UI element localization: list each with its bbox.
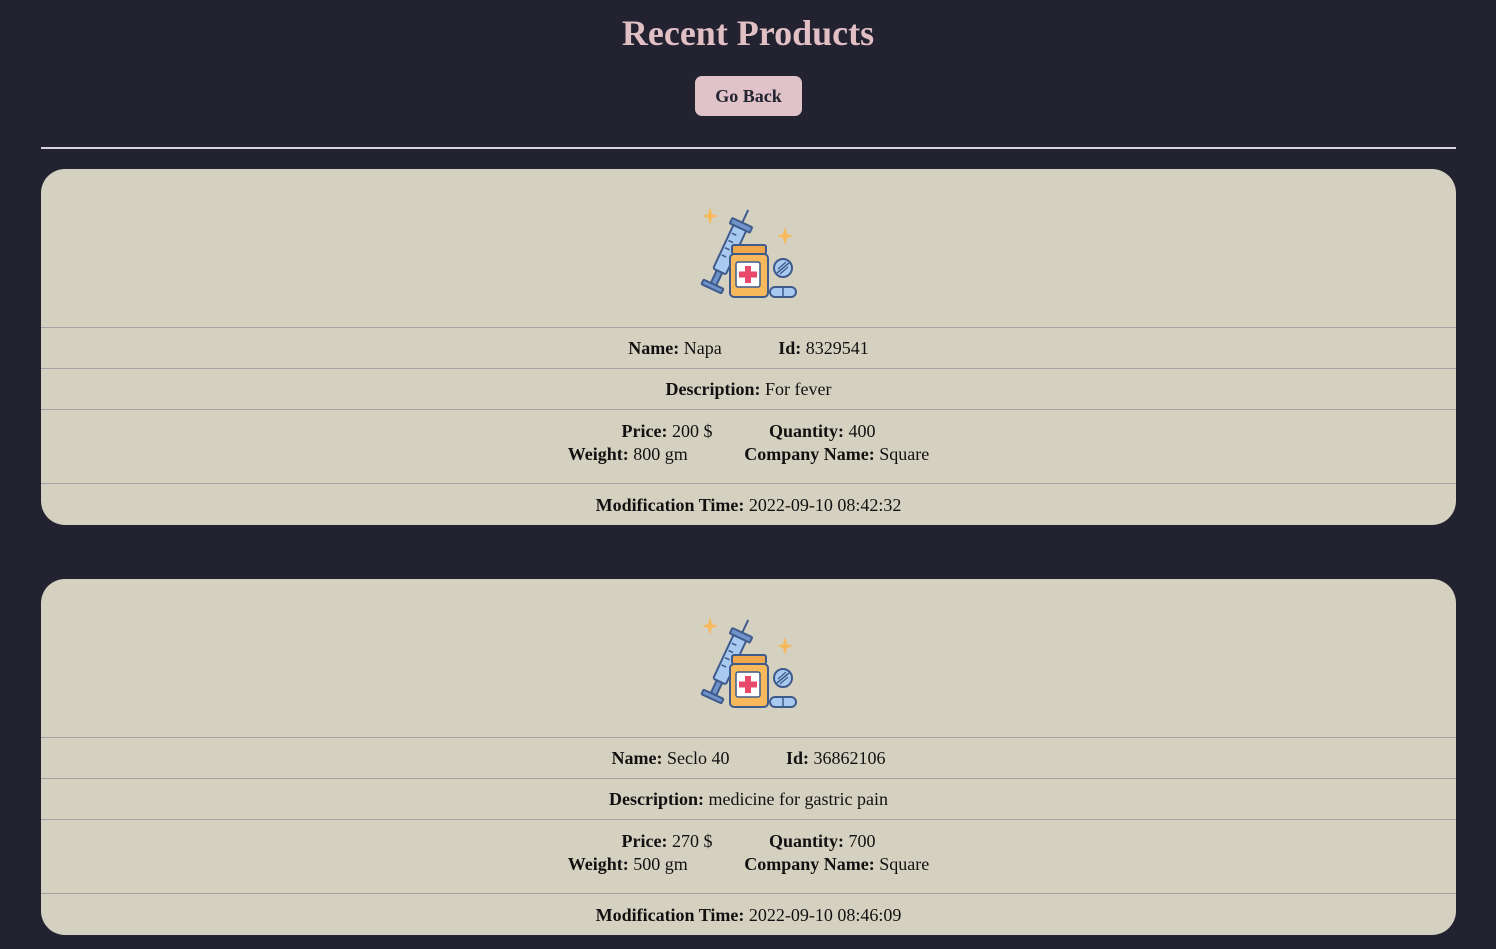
modification-time: 2022-09-10 08:42:32 [748, 495, 902, 515]
go-back-button[interactable]: Go Back [695, 76, 802, 116]
product-id: Id: 36862106 [785, 748, 886, 768]
product-id: Id: 8329541 [778, 338, 869, 358]
description-row: Description: medicine for gastric pain [41, 779, 1456, 820]
modification-time: 2022-09-10 08:46:09 [748, 905, 902, 925]
product-price: Price: 200 $ [621, 421, 713, 441]
product-card: Name: Seclo 40 Id: 36862106 Description:… [41, 579, 1456, 935]
product-card: Name: Napa Id: 8329541 Description: For … [41, 169, 1456, 525]
product-company: Company Name: Square [744, 444, 930, 464]
product-company: Company Name: Square [744, 854, 930, 874]
medicine-icon [700, 207, 797, 298]
product-name: Name: Napa [628, 338, 722, 358]
divider [41, 147, 1456, 149]
product-quantity: Quantity: 400 [768, 421, 876, 441]
product-description: For fever [765, 379, 832, 399]
details-row: Price: 200 $ Quantity: 400 Weight: 800 g… [41, 420, 1456, 484]
page-title: Recent Products [621, 13, 875, 53]
name-id-row: Name: Napa Id: 8329541 [41, 328, 1456, 369]
description-row: Description: For fever [41, 369, 1456, 410]
medicine-icon [700, 617, 797, 708]
product-name: Name: Seclo 40 [611, 748, 730, 768]
product-description: medicine for gastric pain [708, 789, 888, 809]
modification-row: Modification Time: 2022-09-10 08:46:09 [595, 905, 902, 925]
product-image-row [41, 579, 1456, 738]
details-row: Price: 270 $ Quantity: 700 Weight: 500 g… [41, 830, 1456, 894]
product-price: Price: 270 $ [621, 831, 713, 851]
product-image-row [41, 169, 1456, 328]
product-weight: Weight: 500 gm [567, 854, 688, 874]
name-id-row: Name: Seclo 40 Id: 36862106 [41, 738, 1456, 779]
page: Recent Products Go Back Name: Napa Id: 8… [0, 0, 1496, 949]
product-quantity: Quantity: 700 [768, 831, 876, 851]
product-weight: Weight: 800 gm [567, 444, 688, 464]
modification-row: Modification Time: 2022-09-10 08:42:32 [595, 495, 902, 515]
